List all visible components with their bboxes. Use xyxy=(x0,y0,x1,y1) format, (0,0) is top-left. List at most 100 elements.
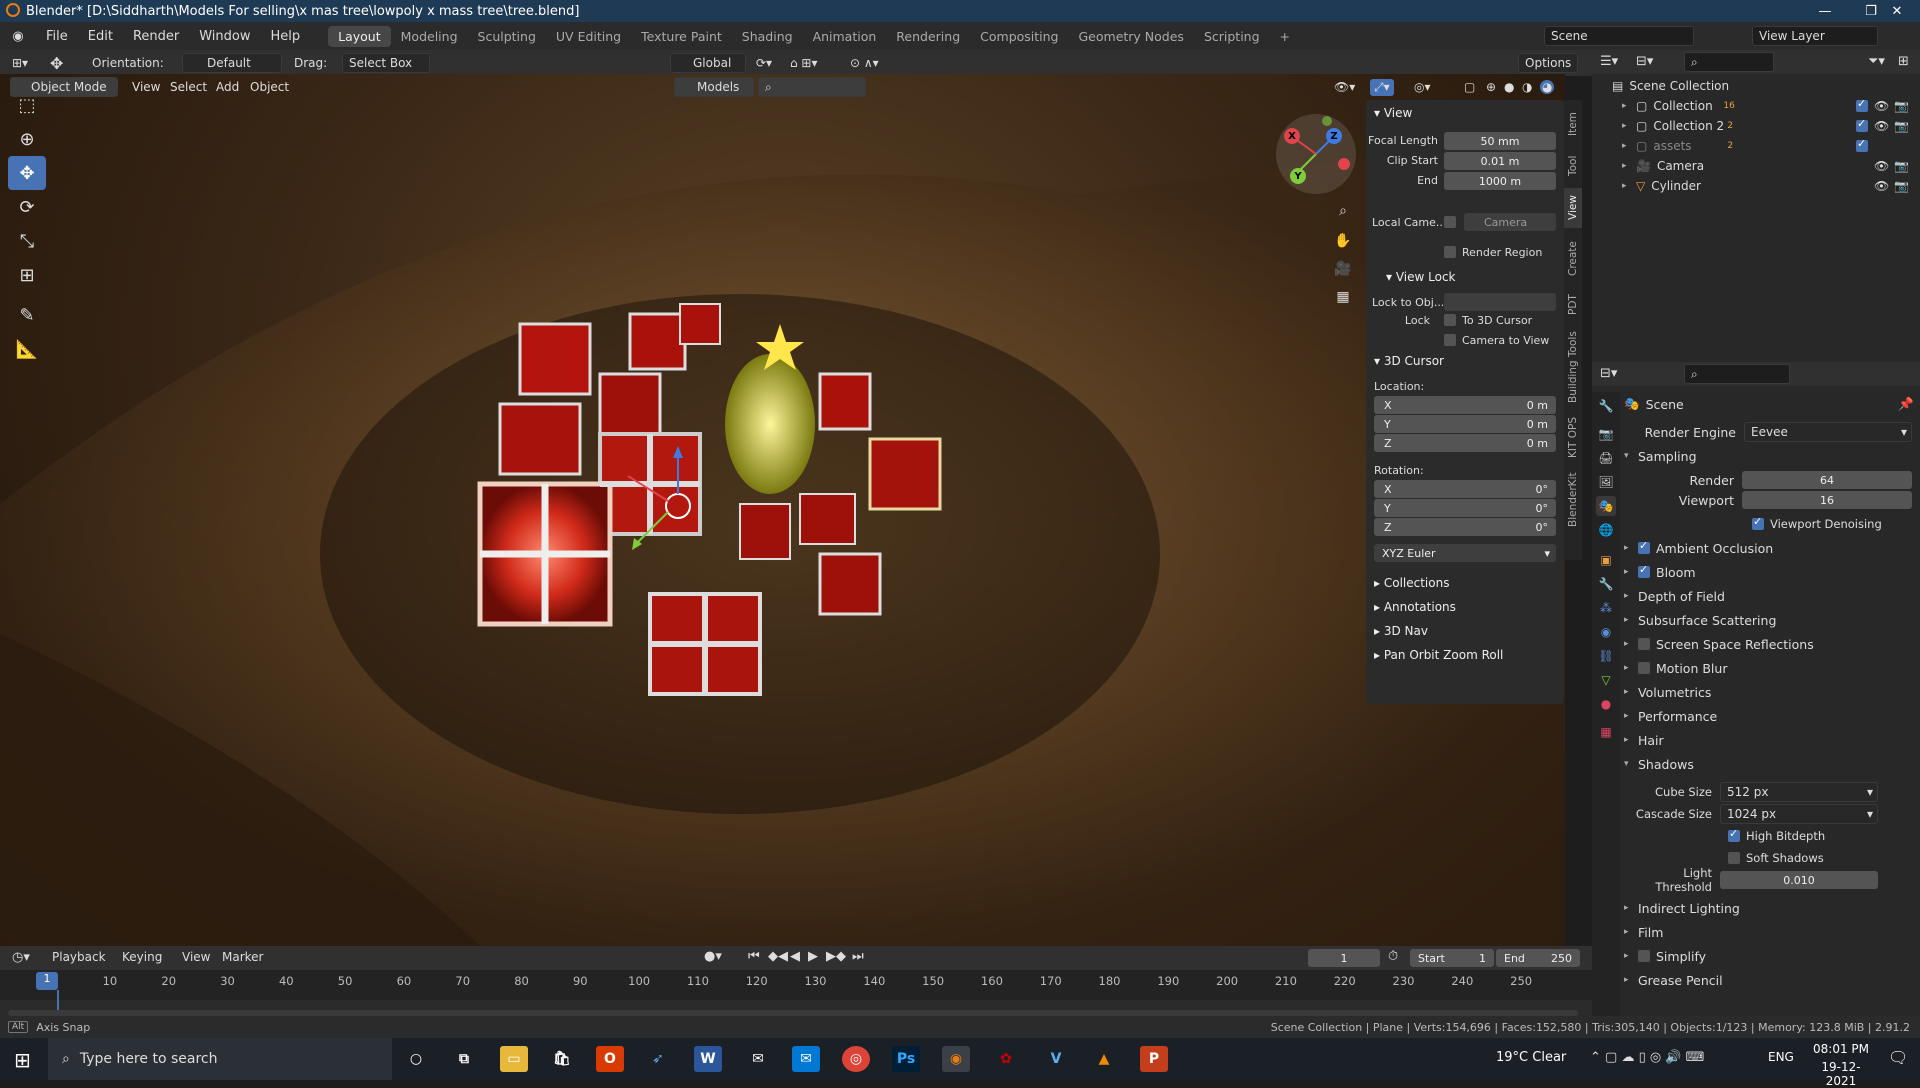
tab-item[interactable]: Item xyxy=(1564,104,1582,144)
mode-select[interactable]: Object Mode xyxy=(10,77,118,97)
chrome-icon[interactable]: ◎ xyxy=(842,1046,870,1072)
minimize-button[interactable]: — xyxy=(1802,0,1848,22)
cursor-rotation-z[interactable]: Z 0° xyxy=(1374,518,1556,536)
timeline-menu-playback[interactable]: Playback xyxy=(52,950,106,964)
pivot-icon[interactable]: ⟳▾ xyxy=(756,56,772,70)
tab-compositing[interactable]: Compositing xyxy=(970,26,1068,47)
ambient-occlusion-panel[interactable]: ▸Ambient Occlusion xyxy=(1624,538,1914,558)
drag-select[interactable]: Select Box xyxy=(342,53,430,73)
tab-building-tools[interactable]: Building Tools xyxy=(1564,326,1582,408)
weather-widget[interactable]: 19°C Clear xyxy=(1496,1050,1566,1065)
cursor-location-z[interactable]: Z 0 m xyxy=(1374,434,1556,452)
sampling-panel[interactable]: ▾ Sampling xyxy=(1624,446,1914,466)
subsurface-scattering-panel[interactable]: ▸ Subsurface Scattering xyxy=(1624,610,1914,630)
tab-view[interactable]: View xyxy=(1564,188,1582,228)
ssr-checkbox[interactable] xyxy=(1638,638,1650,650)
blender-taskbar-icon[interactable]: ◉ xyxy=(942,1046,970,1072)
viewport-menu-select[interactable]: Select xyxy=(170,80,207,94)
cube-size-select[interactable]: 512 px ▾ xyxy=(1720,782,1878,802)
render-camera-icon[interactable]: 📷 xyxy=(1894,159,1909,173)
focal-length-field[interactable]: 50 mm xyxy=(1444,132,1556,150)
viewport-menu-add[interactable]: Add xyxy=(216,80,239,94)
properties-editor-icon[interactable]: ⊟▾ xyxy=(1600,366,1617,381)
tool-tab-icon[interactable]: 🔧 xyxy=(1596,396,1616,416)
outliner-editor-icon[interactable]: ☰▾ xyxy=(1600,54,1618,69)
visibility-checkbox[interactable] xyxy=(1856,137,1868,152)
object-transform-gizmo[interactable] xyxy=(618,446,738,566)
scale-tool-icon[interactable]: ⤡ xyxy=(8,224,46,258)
simplify-panel[interactable]: ▸ Simplify xyxy=(1624,946,1914,966)
play-reverse-icon[interactable]: ◀ xyxy=(790,949,800,964)
local-camera-checkbox[interactable] xyxy=(1444,216,1456,228)
tray-icons[interactable]: ⌃ ▢ ☁ ▯ ◎ 🔊 ⌨ xyxy=(1590,1050,1704,1065)
visibility-checkbox[interactable] xyxy=(1856,97,1868,112)
app-icon[interactable]: V xyxy=(1042,1046,1070,1072)
blender-menu-icon[interactable]: ◉ xyxy=(0,29,36,44)
overlay-icon[interactable]: ◎▾ xyxy=(1414,80,1431,94)
language-indicator[interactable]: ENG xyxy=(1768,1050,1794,1064)
zoom-icon[interactable]: ⌕ xyxy=(1330,198,1356,224)
constraints-tab-icon[interactable]: ⛓ xyxy=(1596,646,1616,666)
menu-file[interactable]: File xyxy=(36,29,78,44)
render-engine-select[interactable]: Eevee ▾ xyxy=(1744,422,1912,442)
tab-blenderkit[interactable]: BlenderKit xyxy=(1564,468,1582,532)
ambient-occlusion-checkbox[interactable] xyxy=(1638,539,1650,554)
properties-search-input[interactable]: ⌕ xyxy=(1684,364,1790,384)
pan-hand-icon[interactable]: ✋ xyxy=(1330,228,1356,254)
powerpoint-icon[interactable]: P xyxy=(1140,1046,1168,1072)
camera-to-view-checkbox[interactable] xyxy=(1444,334,1456,346)
rotate-tool-icon[interactable]: ⟳ xyxy=(8,190,46,224)
bloom-checkbox[interactable] xyxy=(1638,563,1650,578)
indirect-lighting-panel[interactable]: ▸ Indirect Lighting xyxy=(1624,898,1914,918)
visibility-checkbox[interactable] xyxy=(1856,117,1868,132)
bloom-panel[interactable]: ▸Bloom xyxy=(1624,562,1914,582)
tab-layout[interactable]: Layout xyxy=(328,25,391,47)
volumetrics-panel[interactable]: ▸ Volumetrics xyxy=(1624,682,1914,702)
pin-icon[interactable]: 📌 xyxy=(1898,396,1914,412)
next-keyframe-icon[interactable]: ▶◆ xyxy=(826,949,846,964)
eye-icon[interactable]: 👁 xyxy=(1874,179,1889,193)
move-tool-button[interactable]: ✥ xyxy=(8,156,46,190)
tab-create[interactable]: Create xyxy=(1564,234,1582,284)
collection-select[interactable]: Models xyxy=(674,77,754,97)
material-shading-icon[interactable]: ◑ xyxy=(1522,80,1532,94)
transform-tool-icon[interactable]: ⊞ xyxy=(8,258,46,292)
add-workspace-button[interactable]: + xyxy=(1270,26,1300,47)
snap-icon[interactable]: ⌂ ⊞▾ xyxy=(790,56,818,70)
cursor-rotation-x[interactable]: X 0° xyxy=(1374,480,1556,498)
move-tool-icon[interactable]: ✥ xyxy=(50,54,63,73)
physics-tab-icon[interactable]: ◉ xyxy=(1596,622,1616,642)
collections-panel[interactable]: ▸ Collections xyxy=(1374,576,1449,590)
texture-tab-icon[interactable]: ▦ xyxy=(1596,722,1616,742)
menu-render[interactable]: Render xyxy=(123,29,189,44)
menu-edit[interactable]: Edit xyxy=(78,29,123,44)
orientation-select[interactable]: Default xyxy=(182,53,282,73)
lock-to-object-field[interactable] xyxy=(1444,293,1556,311)
view-section-header[interactable]: ▾ View xyxy=(1374,106,1412,120)
vlc-icon[interactable]: ▲ xyxy=(1090,1046,1118,1072)
perspective-toggle-icon[interactable]: ▦ xyxy=(1330,284,1356,310)
render-camera-icon[interactable]: 📷 xyxy=(1894,99,1909,113)
playhead[interactable]: 1 xyxy=(36,972,58,990)
gizmo-x-axis[interactable]: X xyxy=(1284,128,1300,144)
jump-end-icon[interactable]: ⏭ xyxy=(852,949,864,964)
modifier-tab-icon[interactable]: 🔧 xyxy=(1596,574,1616,594)
pan-orbit-zoom-roll-panel[interactable]: ▸ Pan Orbit Zoom Roll xyxy=(1374,648,1503,662)
particles-tab-icon[interactable]: ⁂ xyxy=(1596,598,1616,618)
menu-help[interactable]: Help xyxy=(261,29,311,44)
annotate-tool-icon[interactable]: ✎ xyxy=(8,298,46,332)
display-mode-icon[interactable]: ⊟▾ xyxy=(1636,54,1653,69)
grease-pencil-panel[interactable]: ▸ Grease Pencil xyxy=(1624,970,1914,990)
world-tab-icon[interactable]: 🌐 xyxy=(1596,520,1616,540)
3d-nav-panel[interactable]: ▸ 3D Nav xyxy=(1374,624,1428,638)
high-bitdepth-checkbox[interactable] xyxy=(1728,827,1740,842)
prev-keyframe-icon[interactable]: ◆◀ xyxy=(768,949,788,964)
depth-of-field-panel[interactable]: ▸ Depth of Field xyxy=(1624,586,1914,606)
data-tab-icon[interactable]: ▽ xyxy=(1596,670,1616,690)
camera-view-icon[interactable]: 🎥 xyxy=(1330,256,1356,282)
tab-geometry-nodes[interactable]: Geometry Nodes xyxy=(1069,26,1194,47)
office-icon[interactable]: O xyxy=(596,1046,624,1072)
notes-icon[interactable]: ✉ xyxy=(744,1046,772,1072)
view-layer-tab-icon[interactable]: 🖼 xyxy=(1596,472,1616,492)
jump-start-icon[interactable]: ⏮ xyxy=(748,949,760,964)
